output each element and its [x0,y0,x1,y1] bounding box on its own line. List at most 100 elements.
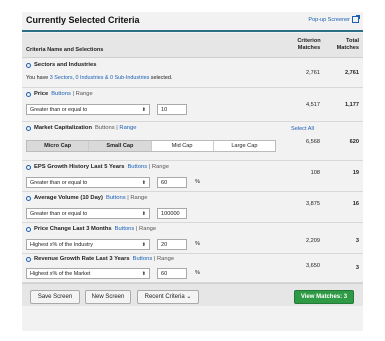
settings-icon[interactable] [26,91,31,97]
segment-mid-cap[interactable]: Mid Cap [152,141,214,151]
eps-value-input[interactable]: 60 [157,177,187,188]
sectors-summary: You have 3 Sectors, 0 Industries & 0 Sub… [26,75,172,81]
volume-value-input[interactable]: 100000 [157,208,187,219]
buttons-link[interactable]: Buttons [133,256,153,262]
select-arrows-icon: ⬍ [141,271,146,277]
buttons-link[interactable]: Buttons [51,91,71,97]
volume-total-matches: 16 [352,201,359,207]
sectors-criterion-matches: 2,761 [306,70,320,76]
volume-criterion-matches: 3,875 [306,201,320,207]
select-arrows-icon: ⬍ [141,242,146,248]
range-link[interactable]: Range [152,164,169,170]
mcap-title: Market Capitalization Buttons | Range [26,125,136,131]
volume-mode-links: Buttons | Range [106,195,148,201]
eps-operator-value: Greater than or equal to [30,180,88,186]
eps-mode-links: Buttons | Range [127,164,169,170]
price-mode-links: Buttons | Range [51,91,93,97]
eps-unit: % [195,179,200,185]
price-operator-select[interactable]: Greater than or equal to ⬍ [26,104,150,115]
revenue-value-input[interactable]: 60 [157,268,187,279]
header-criteria: Criteria Name and Selections [26,47,104,53]
row-price: Price Buttons | Range Greater than or eq… [22,88,363,122]
revenue-operator-select[interactable]: Highest x% of the Market ⬍ [26,268,150,279]
criteria-panel: Currently Selected Criteria Pop-up Scree… [22,12,363,331]
sectors-suffix: selected. [149,75,173,81]
save-screen-button[interactable]: Save Screen [30,290,80,304]
settings-icon[interactable] [26,256,31,262]
buttons-link[interactable]: Buttons [106,195,126,201]
range-link[interactable]: Range [119,125,136,131]
pricechg-title-text: Price Change Last 3 Months [34,226,112,232]
header-criterion-matches: Criterion Matches [292,38,326,52]
mcap-total-matches: 620 [349,139,359,145]
header-total-l2: Matches [336,45,359,51]
price-total-matches: 1,177 [345,102,359,108]
row-eps-growth: EPS Growth History Last 5 Years Buttons … [22,161,363,192]
market-cap-segments: Micro Cap Small Cap Mid Cap Large Cap [26,140,276,152]
sectors-prefix: You have [26,75,50,81]
recent-criteria-dropdown[interactable]: Recent Criteria ⌄ [137,290,199,304]
sectors-link[interactable]: 3 Sectors, 0 Industries & 0 Sub-Industri… [50,75,149,81]
new-screen-button[interactable]: New Screen [85,290,131,304]
pricechg-operator-select[interactable]: Highest x% of the Industry ⬍ [26,239,150,250]
revenue-operator-value: Highest x% of the Market [30,271,91,277]
pricechg-total-matches: 3 [355,238,359,244]
range-link[interactable]: Range [76,91,93,97]
volume-title: Average Volume (10 Day) Buttons | Range [26,195,147,201]
segment-micro-cap[interactable]: Micro Cap [27,141,90,151]
header-total-matches: Total Matches [337,38,359,52]
chevron-down-icon: ⌄ [186,294,192,300]
external-link-icon [352,15,360,23]
row-price-change: Price Change Last 3 Months Buttons | Ran… [22,223,363,254]
settings-icon[interactable] [26,125,31,131]
range-link[interactable]: Range [157,256,174,262]
popup-screener-link[interactable]: Pop-up Screener [308,15,360,23]
header-criterion-l2: Matches [297,45,321,51]
price-title-text: Price [34,91,49,97]
select-arrows-icon: ⬍ [141,180,146,186]
settings-icon[interactable] [26,62,31,68]
eps-operator-select[interactable]: Greater than or equal to ⬍ [26,177,150,188]
range-link[interactable]: Range [139,226,156,232]
revenue-criterion-matches: 3,650 [306,263,320,269]
mcap-title-text: Market Capitalization [34,125,92,131]
segment-large-cap[interactable]: Large Cap [214,141,275,151]
eps-title-text: EPS Growth History Last 5 Years [34,164,125,170]
volume-operator-select[interactable]: Greater than or equal to ⬍ [26,208,150,219]
volume-title-text: Average Volume (10 Day) [34,195,103,201]
price-title: Price Buttons | Range [26,91,93,97]
eps-criterion-matches: 108 [310,170,320,176]
buttons-link[interactable]: Buttons [127,164,147,170]
eps-title: EPS Growth History Last 5 Years Buttons … [26,164,169,170]
revenue-title: Revenue Growth Rate Last 3 Years Buttons… [26,256,174,262]
price-value-input[interactable]: 10 [157,104,187,115]
settings-icon[interactable] [26,226,31,232]
pricechg-mode-links: Buttons | Range [115,226,157,232]
view-matches-button[interactable]: View Matches: 3 [294,290,354,304]
pricechg-value-input[interactable]: 20 [157,239,187,250]
buttons-link[interactable]: Buttons [115,226,135,232]
sectors-title: Sectors and Industries [26,62,97,68]
revenue-unit: % [195,270,200,276]
mcap-mode-links: Buttons | Range [95,125,137,131]
select-all-link[interactable]: Select All [291,126,314,132]
sectors-title-text: Sectors and Industries [34,62,97,68]
settings-icon[interactable] [26,164,31,170]
volume-operator-value: Greater than or equal to [30,211,88,217]
title-rule [22,30,363,32]
pricechg-unit: % [195,241,200,247]
segment-small-cap[interactable]: Small Cap [89,141,152,151]
header-total-l1: Total [346,38,359,44]
price-operator-value: Greater than or equal to [30,107,88,113]
popup-screener-label[interactable]: Pop-up Screener [308,17,350,23]
eps-total-matches: 19 [352,170,359,176]
table-header: Criteria Name and Selections Criterion M… [22,33,363,58]
buttons-link[interactable]: Buttons [95,125,115,131]
row-market-cap: Market Capitalization Buttons | Range Se… [22,122,363,161]
settings-icon[interactable] [26,195,31,201]
revenue-mode-links: Buttons | Range [133,256,175,262]
row-avg-volume: Average Volume (10 Day) Buttons | Range … [22,192,363,223]
range-link[interactable]: Range [130,195,147,201]
pricechg-title: Price Change Last 3 Months Buttons | Ran… [26,226,156,232]
mcap-criterion-matches: 6,568 [306,139,320,145]
